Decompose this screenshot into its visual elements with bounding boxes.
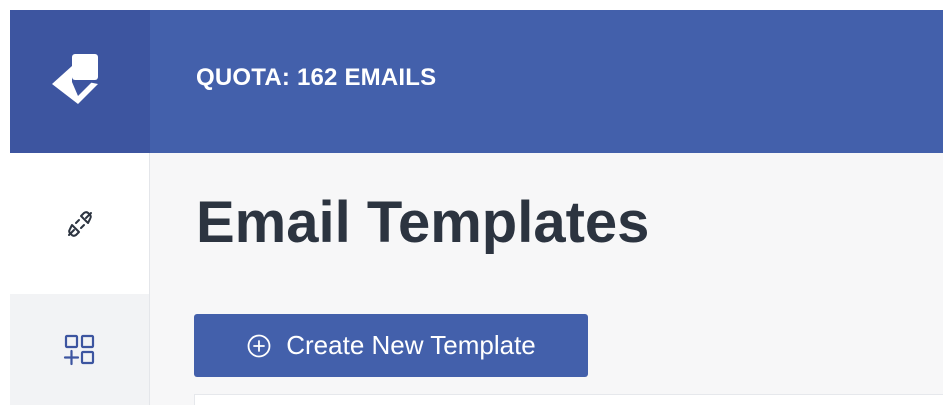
sidebar-nav — [10, 153, 150, 405]
sidebar-item-integrations[interactable] — [10, 153, 149, 294]
templates-list-panel — [194, 394, 943, 405]
quota-indicator: QUOTA: 162 EMAILS — [196, 64, 437, 91]
add-apps-grid-icon — [63, 334, 94, 365]
plug-connect-icon — [67, 210, 92, 237]
sidebar-item-apps[interactable] — [10, 294, 149, 405]
app-window: QUOTA: 162 EMAILS Email Templates Create… — [10, 10, 943, 405]
create-button-label: Create New Template — [286, 330, 536, 360]
plus-circle-icon — [246, 333, 272, 359]
logo-home-link[interactable] — [10, 10, 150, 153]
top-header-bar: QUOTA: 162 EMAILS — [10, 10, 943, 153]
create-new-template-button[interactable]: Create New Template — [194, 314, 588, 377]
page-title: Email Templates — [196, 190, 650, 255]
brand-logo-icon — [52, 53, 98, 104]
